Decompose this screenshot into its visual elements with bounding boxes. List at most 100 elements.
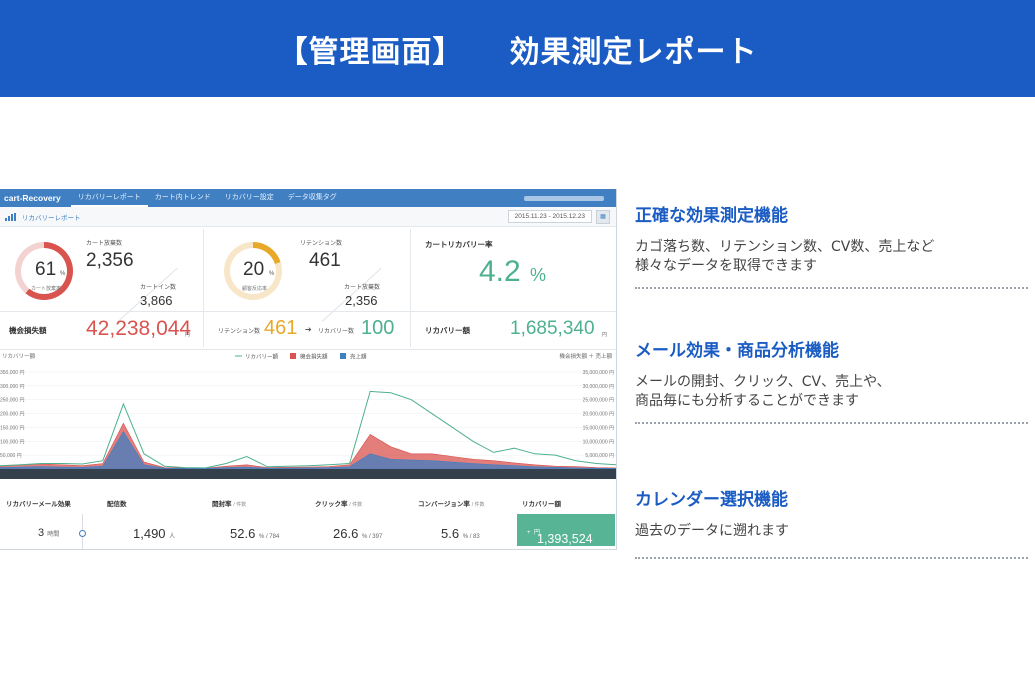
y-tick-right: 20,000,000 円 — [583, 412, 614, 418]
cartin-count-label: カートイン数 — [140, 285, 177, 291]
sales-area — [0, 431, 616, 470]
click-rate-value: 26.6 % / 397 — [333, 526, 383, 541]
divider-line — [0, 311, 204, 312]
nav-recovery-report[interactable]: リカバリーレポート — [70, 189, 148, 207]
response-rate-unit: % — [269, 271, 275, 277]
feature-title: 正確な効果測定機能 — [635, 206, 788, 226]
abandon-count-value-2: 2,356 — [345, 293, 378, 308]
recovery-chart-svg: リカバリー額 機会損失額 ＋ 売上額 リカバリー額 機会損失額 売上額 350,000 円… — [0, 352, 616, 480]
timeline-dot[interactable] — [79, 530, 86, 537]
mail-effect-title: リカバリーメール効果 — [6, 501, 71, 508]
mail-effect-row: リカバリーメール効果 3 時間 配信数 1,490 人 開封率 / 件数 52.… — [0, 486, 616, 549]
mail-recovery-amount-label: リカバリー額 — [522, 501, 561, 508]
loss-amount-value: 42,238,044 — [86, 317, 192, 340]
mail-recovery-amount-box: + 1,393,524 円 — [517, 514, 615, 546]
legend-label: 機会損失額 — [300, 353, 328, 361]
y-tick-left: 100,000 円 — [0, 439, 24, 445]
left-axis-label: リカバリー額 — [2, 352, 36, 360]
feature-title: カレンダー選択機能 — [635, 490, 788, 510]
divider-line — [204, 311, 411, 312]
feature-mail-product-analysis: メール効果・商品分析機能 メールの開封、クリック、CV、売上や、 商品毎にも分析す… — [635, 336, 1028, 424]
recovery-rate-value: 4.2 — [479, 255, 521, 288]
nav-data-tag[interactable]: データ収集タグ — [281, 189, 344, 207]
abandon-rate-unit: % — [60, 271, 66, 277]
recovery-amount-unit: 円 — [602, 332, 608, 338]
recovery-amount-label: リカバリー額 — [425, 326, 470, 335]
y-tick-left: 300,000 円 — [0, 384, 24, 390]
retention-count-label: リテンション数 — [300, 241, 343, 247]
y-tick-right: 25,000,000 円 — [583, 398, 614, 404]
cv-rate-value: 5.6 % / 83 — [441, 526, 480, 541]
retention-count-value: 461 — [309, 250, 341, 271]
recovery-amount-value: 1,685,340 — [510, 318, 595, 339]
retention-label-2: リテンション数 — [218, 329, 261, 335]
dotted-divider — [635, 422, 1028, 424]
response-rate-label: 顧客反応率 — [242, 286, 268, 292]
response-rate-value: 20 — [243, 259, 265, 280]
y-tick-left: 200,000 円 — [0, 412, 24, 418]
feature-title: メール効果・商品分析機能 — [635, 341, 839, 361]
banner-title-right: 効果測定レポート — [509, 34, 758, 70]
kpi-cart-abandon: 61 % カート放棄率 カート放棄数 2,356 カートイン数 3,866 機会… — [0, 229, 204, 347]
legend-swatch — [340, 353, 346, 359]
timeline-bar[interactable] — [0, 469, 616, 479]
recovery-line — [0, 390, 616, 469]
y-tick-left: 50,000 円 — [0, 453, 22, 459]
y-tick-right: 30,000,000 円 — [583, 384, 614, 390]
recovery-rate-unit: % — [530, 265, 547, 285]
breadcrumb: リカバリーレポート — [22, 214, 81, 222]
y-tick-right: 5,000,000 円 — [585, 453, 614, 459]
right-axis-label: 機会損失額 ＋ 売上額 — [559, 352, 612, 360]
kpi-retention: 20 % 顧客反応率 リテンション数 461 カート放棄数 2,356 リテンシ… — [204, 229, 411, 347]
loss-amount-label: 機会損失額 — [9, 326, 47, 335]
open-rate-label: 開封率 / 件数 — [212, 501, 247, 508]
recovery-count-label: リカバリー数 — [318, 329, 355, 335]
y-tick-left: 150,000 円 — [0, 425, 24, 431]
app-brand[interactable]: cart-Recovery — [0, 193, 71, 203]
dashboard-screenshot: cart-Recovery リカバリーレポート カート内トレンド リカバリー設定… — [0, 189, 617, 550]
user-menu[interactable] — [524, 195, 604, 201]
recovery-chart: リカバリー額 機会損失額 ＋ 売上額 リカバリー額 機会損失額 売上額 350,000 円… — [0, 349, 616, 481]
dotted-divider — [635, 287, 1028, 289]
top-nav: cart-Recovery リカバリーレポート カート内トレンド リカバリー設定… — [0, 189, 616, 207]
cv-rate-label: コンバージョン率 / 件数 — [418, 501, 485, 508]
legend-label: リカバリー額 — [245, 353, 279, 361]
mail-recovery-amount-value: + 1,393,524 円 — [527, 530, 593, 546]
arrow-icon: ➔ — [305, 325, 312, 334]
y-tick-right: 15,000,000 円 — [583, 425, 614, 431]
abandon-count-label: カート放棄数 — [86, 241, 123, 247]
recovery-rate-label: カートリカバリー率 — [425, 240, 493, 249]
sub-header: リカバリーレポート 2015.11.23 - 2015.12.23 ▦ — [0, 207, 616, 227]
mail-time-value: 3 時間 — [38, 527, 60, 539]
legend-swatch — [290, 353, 296, 359]
feature-calendar-select: カレンダー選択機能 過去のデータに遡れます — [635, 485, 1028, 559]
feature-description: メールの開封、クリック、CV、売上や、 商品毎にも分析することができます — [635, 374, 891, 409]
nav-cart-trend[interactable]: カート内トレンド — [148, 189, 218, 207]
kpi-row: 61 % カート放棄率 カート放棄数 2,356 カートイン数 3,866 機会… — [0, 229, 616, 347]
page-banner: 【管理画面】 効果測定レポート — [0, 0, 1035, 97]
loss-amount-unit: 円 — [185, 332, 191, 338]
kpi-recovery-rate: カートリカバリー率 4.2 % リカバリー額 1,685,340 円 — [411, 229, 616, 347]
banner-title-left: 【管理画面】 — [277, 34, 464, 70]
calendar-icon[interactable]: ▦ — [596, 209, 610, 224]
nav-recovery-settings[interactable]: リカバリー設定 — [218, 189, 281, 207]
y-tick-left: 250,000 円 — [0, 398, 24, 404]
cartin-count-value: 3,866 — [140, 293, 173, 308]
divider-line — [411, 311, 616, 312]
dotted-divider — [635, 557, 1028, 559]
click-rate-label: クリック率 / 件数 — [315, 501, 363, 508]
abandon-count-label-2: カート放棄数 — [344, 285, 381, 291]
legend-label: 売上額 — [350, 353, 367, 361]
sent-count-label: 配信数 — [107, 501, 127, 508]
abandon-rate-value: 61 — [35, 259, 57, 280]
y-tick-left: 350,000 円 — [0, 370, 24, 376]
date-range-input[interactable]: 2015.11.23 - 2015.12.23 — [507, 210, 592, 223]
open-rate-value: 52.6 % / 784 — [230, 526, 280, 541]
feature-description: カゴ落ち数、リテンション数、CV数、売上など 様々なデータを取得できます — [635, 239, 935, 274]
abandon-count-value: 2,356 — [86, 250, 134, 271]
retention-value-2: 461 — [264, 317, 298, 339]
bar-chart-icon — [5, 212, 16, 221]
feature-description: 過去のデータに遡れます — [635, 523, 789, 539]
sent-count-value: 1,490 人 — [133, 526, 176, 541]
abandon-rate-label: カート放棄率 — [31, 286, 62, 292]
